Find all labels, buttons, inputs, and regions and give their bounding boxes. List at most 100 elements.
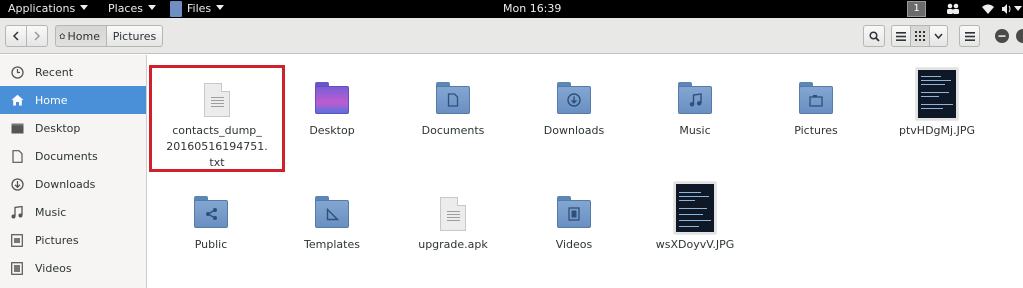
home-icon bbox=[10, 93, 24, 107]
sidebar-item-documents[interactable]: Documents bbox=[0, 142, 146, 170]
file-item-upgrade-apk[interactable]: upgrade.apk bbox=[397, 186, 509, 253]
file-label: wsXDoyvV.JPG bbox=[655, 238, 735, 251]
folder-item-downloads[interactable]: Downloads bbox=[518, 72, 630, 139]
breadcrumb-home-label: Home bbox=[67, 29, 100, 43]
menu-button[interactable] bbox=[959, 25, 980, 47]
forward-button[interactable] bbox=[26, 25, 48, 47]
folder-public-icon bbox=[194, 196, 228, 228]
grid-view-icon bbox=[915, 31, 925, 41]
file-label: Documents bbox=[421, 124, 485, 137]
sidebar-item-label: Desktop bbox=[35, 121, 81, 135]
places-label: Places bbox=[108, 2, 143, 15]
folder-item-videos[interactable]: Videos bbox=[518, 186, 630, 253]
music-icon bbox=[10, 205, 24, 219]
sidebar-item-pictures[interactable]: Pictures bbox=[0, 226, 146, 254]
files-app-icon bbox=[170, 1, 182, 17]
folder-pictures-icon bbox=[799, 82, 833, 114]
forward-arrow-icon bbox=[34, 31, 41, 41]
sidebar-item-label: Music bbox=[35, 205, 67, 219]
places-menu[interactable]: Places bbox=[108, 2, 156, 15]
sidebar-item-label: Recent bbox=[35, 65, 74, 79]
minimize-icon bbox=[998, 35, 1006, 37]
folder-item-music[interactable]: Music bbox=[639, 72, 751, 139]
maximize-button[interactable] bbox=[1016, 29, 1023, 43]
file-label: upgrade.apk bbox=[418, 238, 488, 251]
sidebar-item-label: Home bbox=[35, 93, 68, 107]
search-button[interactable] bbox=[863, 25, 885, 47]
downloads-icon bbox=[10, 177, 24, 191]
recent-icon bbox=[10, 65, 24, 79]
view-options-button[interactable] bbox=[929, 25, 948, 47]
file-label: Desktop bbox=[309, 124, 355, 137]
folder-templates-icon bbox=[315, 196, 349, 228]
breadcrumb-home[interactable]: Home bbox=[55, 25, 107, 47]
view-switcher bbox=[891, 25, 948, 47]
sidebar: Recent Home Desktop Documents Downloads … bbox=[0, 55, 147, 288]
folder-documents-icon bbox=[436, 82, 470, 114]
grid-view-button[interactable] bbox=[910, 25, 930, 47]
file-label: Pictures bbox=[794, 124, 838, 137]
users-icon[interactable] bbox=[946, 3, 960, 15]
files-label: Files bbox=[187, 2, 212, 15]
chevron-down-icon bbox=[80, 5, 89, 10]
folder-item-desktop[interactable]: Desktop bbox=[276, 72, 388, 139]
sidebar-item-label: Pictures bbox=[35, 233, 79, 247]
documents-icon bbox=[10, 149, 24, 163]
wifi-icon[interactable] bbox=[981, 3, 995, 15]
sidebar-item-label: Videos bbox=[35, 261, 72, 275]
sidebar-item-downloads[interactable]: Downloads bbox=[0, 170, 146, 198]
folder-desktop-icon bbox=[315, 82, 349, 114]
folder-music-icon bbox=[678, 82, 712, 114]
sidebar-item-label: Documents bbox=[35, 149, 98, 163]
image-item-ptvhdgmj[interactable]: ptvHDgMj.JPG bbox=[881, 60, 993, 139]
applications-label: Applications bbox=[8, 2, 76, 15]
pictures-icon bbox=[10, 233, 24, 247]
sidebar-item-music[interactable]: Music bbox=[0, 198, 146, 226]
folder-item-public[interactable]: Public bbox=[155, 186, 267, 253]
image-thumbnail-icon bbox=[674, 182, 716, 234]
chevron-down-icon bbox=[216, 5, 225, 10]
folder-item-pictures[interactable]: Pictures bbox=[760, 72, 872, 139]
file-label: Templates bbox=[304, 238, 360, 251]
file-label: Downloads bbox=[543, 124, 605, 137]
workspace-indicator[interactable]: 1 bbox=[907, 1, 926, 17]
top-bar: Applications Places Files Mon 16:39 1 bbox=[0, 0, 1023, 18]
desktop-icon bbox=[10, 121, 24, 135]
folder-downloads-icon bbox=[557, 82, 591, 114]
breadcrumb: Home Pictures bbox=[55, 25, 163, 47]
file-label: Public bbox=[194, 238, 228, 251]
applications-menu[interactable]: Applications bbox=[8, 2, 89, 15]
videos-icon bbox=[10, 261, 24, 275]
list-view-icon bbox=[896, 31, 906, 41]
package-file-icon bbox=[440, 197, 466, 231]
image-thumbnail-icon bbox=[916, 68, 958, 120]
chevron-down-icon bbox=[934, 33, 943, 39]
navigation-buttons bbox=[5, 25, 48, 47]
folder-videos-icon bbox=[557, 196, 591, 228]
highlight-box bbox=[149, 65, 285, 172]
breadcrumb-pictures-label: Pictures bbox=[112, 29, 157, 43]
folder-item-documents[interactable]: Documents bbox=[397, 72, 509, 139]
file-label: ptvHDgMj.JPG bbox=[899, 124, 975, 137]
sidebar-item-recent[interactable]: Recent bbox=[0, 58, 146, 86]
list-view-button[interactable] bbox=[891, 25, 911, 47]
file-label: Music bbox=[679, 124, 711, 137]
header-bar: Home Pictures bbox=[0, 18, 1023, 54]
sidebar-item-label: Downloads bbox=[35, 177, 96, 191]
sidebar-item-videos[interactable]: Videos bbox=[0, 254, 146, 282]
files-app-menu[interactable]: Files bbox=[187, 2, 225, 15]
sidebar-item-home[interactable]: Home bbox=[0, 86, 146, 114]
volume-icon[interactable] bbox=[1001, 3, 1013, 15]
sidebar-item-desktop[interactable]: Desktop bbox=[0, 114, 146, 142]
back-button[interactable] bbox=[5, 25, 27, 47]
minimize-button[interactable] bbox=[995, 29, 1009, 43]
clock[interactable]: Mon 16:39 bbox=[503, 2, 561, 15]
chevron-down-icon bbox=[147, 5, 156, 10]
back-arrow-icon bbox=[12, 31, 19, 41]
system-menu-chevron-icon[interactable] bbox=[1014, 6, 1022, 12]
image-item-wsxdoyvv[interactable]: wsXDoyvV.JPG bbox=[639, 173, 751, 253]
folder-item-templates[interactable]: Templates bbox=[276, 186, 388, 253]
search-icon bbox=[868, 30, 880, 42]
file-label: Videos bbox=[555, 238, 593, 251]
breadcrumb-pictures[interactable]: Pictures bbox=[106, 25, 163, 47]
